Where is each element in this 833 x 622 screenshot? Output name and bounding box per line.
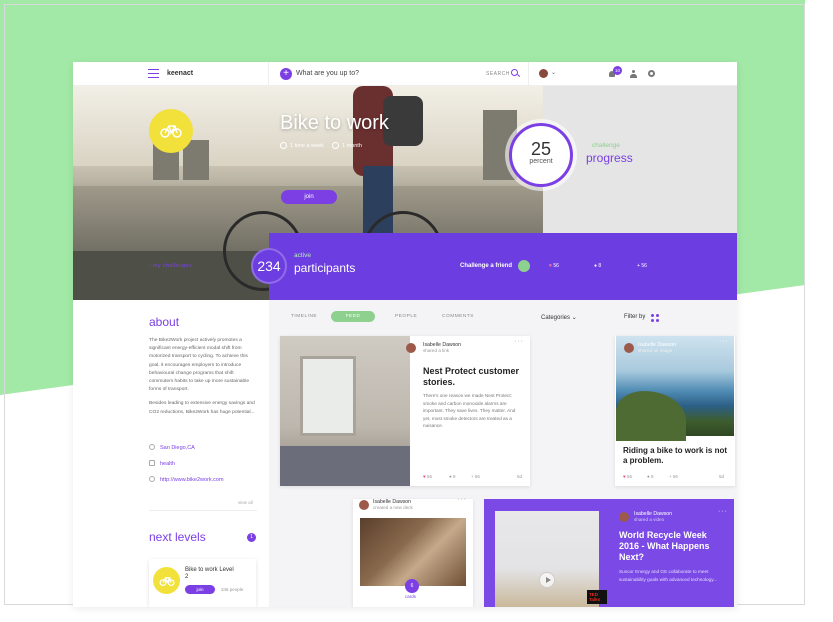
ted-logo: TED Talks — [587, 590, 607, 604]
compose-input[interactable]: What are you up to? — [296, 70, 359, 77]
post-body: There's one reason we made Nest Protect:… — [423, 393, 516, 429]
deck-cover-image — [358, 516, 468, 588]
calendar-icon — [332, 142, 339, 149]
about-heading: about — [149, 315, 180, 329]
post-likes[interactable]: ♥ 56 — [423, 474, 432, 479]
author-avatar[interactable] — [619, 512, 629, 522]
chevron-down-icon: ⌄ — [571, 315, 577, 321]
level-people: 345 people — [221, 587, 244, 592]
participants-count: 234 — [251, 248, 287, 284]
tab-feed[interactable]: FEED — [331, 311, 375, 322]
post-action: shared an image — [638, 348, 673, 353]
divider — [268, 62, 269, 86]
gear-icon[interactable] — [648, 70, 655, 77]
tab-timeline[interactable]: TIMELINE — [291, 314, 317, 319]
post-photo-coast — [616, 336, 734, 441]
post-photo-room — [280, 336, 410, 486]
user-avatar[interactable] — [539, 69, 548, 78]
app-window: keenact + What are you up to? SEARCH ⌄ 1… — [73, 62, 737, 607]
bike-challenge-icon — [149, 109, 193, 153]
post-shares[interactable]: + 56 — [669, 474, 678, 479]
notification-badge: 10 — [613, 66, 622, 75]
participants-label-small: active — [294, 252, 311, 259]
chevron-down-icon[interactable]: ⌄ — [551, 69, 556, 76]
add-friend-icon[interactable] — [518, 260, 530, 272]
cards-label: cards — [405, 594, 417, 599]
post-title[interactable]: Nest Protect customer stories. — [423, 366, 523, 388]
duration-label: 1 month — [332, 142, 362, 149]
play-icon[interactable] — [539, 572, 555, 588]
progress-label-small: challenge — [592, 142, 620, 149]
progress-unit: percent — [529, 158, 553, 165]
categories-dropdown[interactable]: Categories ⌄ — [541, 314, 577, 321]
add-post-icon[interactable]: + — [280, 68, 292, 80]
post-likes[interactable]: ♥ 56 — [623, 474, 632, 479]
photo-bed — [280, 446, 410, 486]
divider — [149, 510, 257, 511]
level-title: Bike to work Level 2 — [185, 567, 234, 580]
bike-icon — [153, 567, 180, 594]
level-join-button[interactable]: join — [185, 585, 215, 594]
next-levels-heading: next levels — [149, 530, 206, 544]
clock-icon — [280, 142, 287, 149]
comments-stat[interactable]: ● 8 — [594, 263, 601, 269]
author-avatar[interactable] — [359, 500, 369, 510]
post-comments[interactable]: ● 8 — [647, 474, 653, 479]
search-icon[interactable] — [511, 69, 518, 76]
post-shares[interactable]: + 56 — [471, 474, 480, 479]
view-all-link[interactable]: view all — [238, 500, 253, 505]
likes-stat[interactable]: ♥ 56 — [549, 263, 559, 269]
post-action: created a new deck — [373, 505, 413, 510]
profile-icon[interactable] — [630, 70, 637, 78]
filter-label[interactable]: Filter by — [624, 314, 645, 320]
my-challenges-link[interactable]: ‹ my challenges — [149, 263, 192, 269]
about-text: The Bike2Work project actively promotes … — [149, 338, 255, 415]
tag-icon — [149, 460, 155, 466]
more-options-icon[interactable]: ··· — [718, 508, 728, 515]
cards-count: 6 — [405, 579, 419, 593]
shares-stat[interactable]: + 56 — [637, 263, 647, 269]
challenge-friend-button[interactable]: Challenge a friend — [460, 263, 512, 269]
next-levels-count: 1 — [247, 533, 256, 542]
divider — [528, 62, 529, 86]
participants-label-big: participants — [294, 261, 356, 275]
photo-cliff — [616, 391, 686, 441]
author-avatar[interactable] — [624, 343, 634, 353]
progress-value: 25 — [530, 139, 552, 159]
website-link[interactable]: http://www.bike2work.com — [160, 477, 224, 483]
more-options-icon[interactable]: ··· — [719, 338, 729, 345]
progress-label-big: progress — [586, 151, 633, 165]
grid-filter-icon[interactable] — [651, 314, 659, 322]
post-title[interactable]: Riding a bike to work is not a problem. — [623, 446, 727, 466]
more-options-icon[interactable]: ··· — [514, 338, 524, 345]
more-options-icon[interactable]: ··· — [457, 496, 467, 503]
search-label[interactable]: SEARCH — [486, 71, 510, 77]
tag-link[interactable]: health — [160, 461, 175, 467]
post-time: 5d — [719, 474, 725, 479]
brand-logo[interactable]: keenact — [167, 70, 193, 77]
location-icon — [149, 444, 155, 450]
top-bar: keenact + What are you up to? SEARCH ⌄ 1… — [73, 62, 737, 86]
backpack — [383, 96, 423, 146]
link-icon — [149, 476, 155, 482]
video-thumbnail[interactable] — [495, 511, 599, 607]
progress-ring: 25 percent — [509, 123, 573, 187]
location-link[interactable]: San Diego,CA — [160, 445, 195, 451]
level-card[interactable]: Bike to work Level 2 join 345 people — [149, 559, 256, 607]
tab-people[interactable]: PEOPLE — [395, 314, 417, 319]
menu-icon[interactable] — [148, 69, 159, 78]
join-button[interactable]: join — [281, 190, 337, 204]
tab-comments[interactable]: COMMENTS — [442, 314, 474, 319]
frequency-label: 1 time a week — [280, 142, 324, 149]
post-comments[interactable]: ● 8 — [449, 474, 455, 479]
author-avatar[interactable] — [406, 343, 416, 353]
post-body: Suncor Energy and GE collaborate to meet… — [619, 569, 718, 582]
post-title[interactable]: World Recycle Week 2016 - What Happens N… — [619, 530, 727, 563]
post-action: shared a link — [423, 348, 450, 353]
post-time: 5d — [517, 474, 523, 479]
photo-window — [300, 356, 356, 436]
challenge-title: Bike to work — [280, 112, 389, 134]
post-action: shared a video — [634, 517, 665, 522]
